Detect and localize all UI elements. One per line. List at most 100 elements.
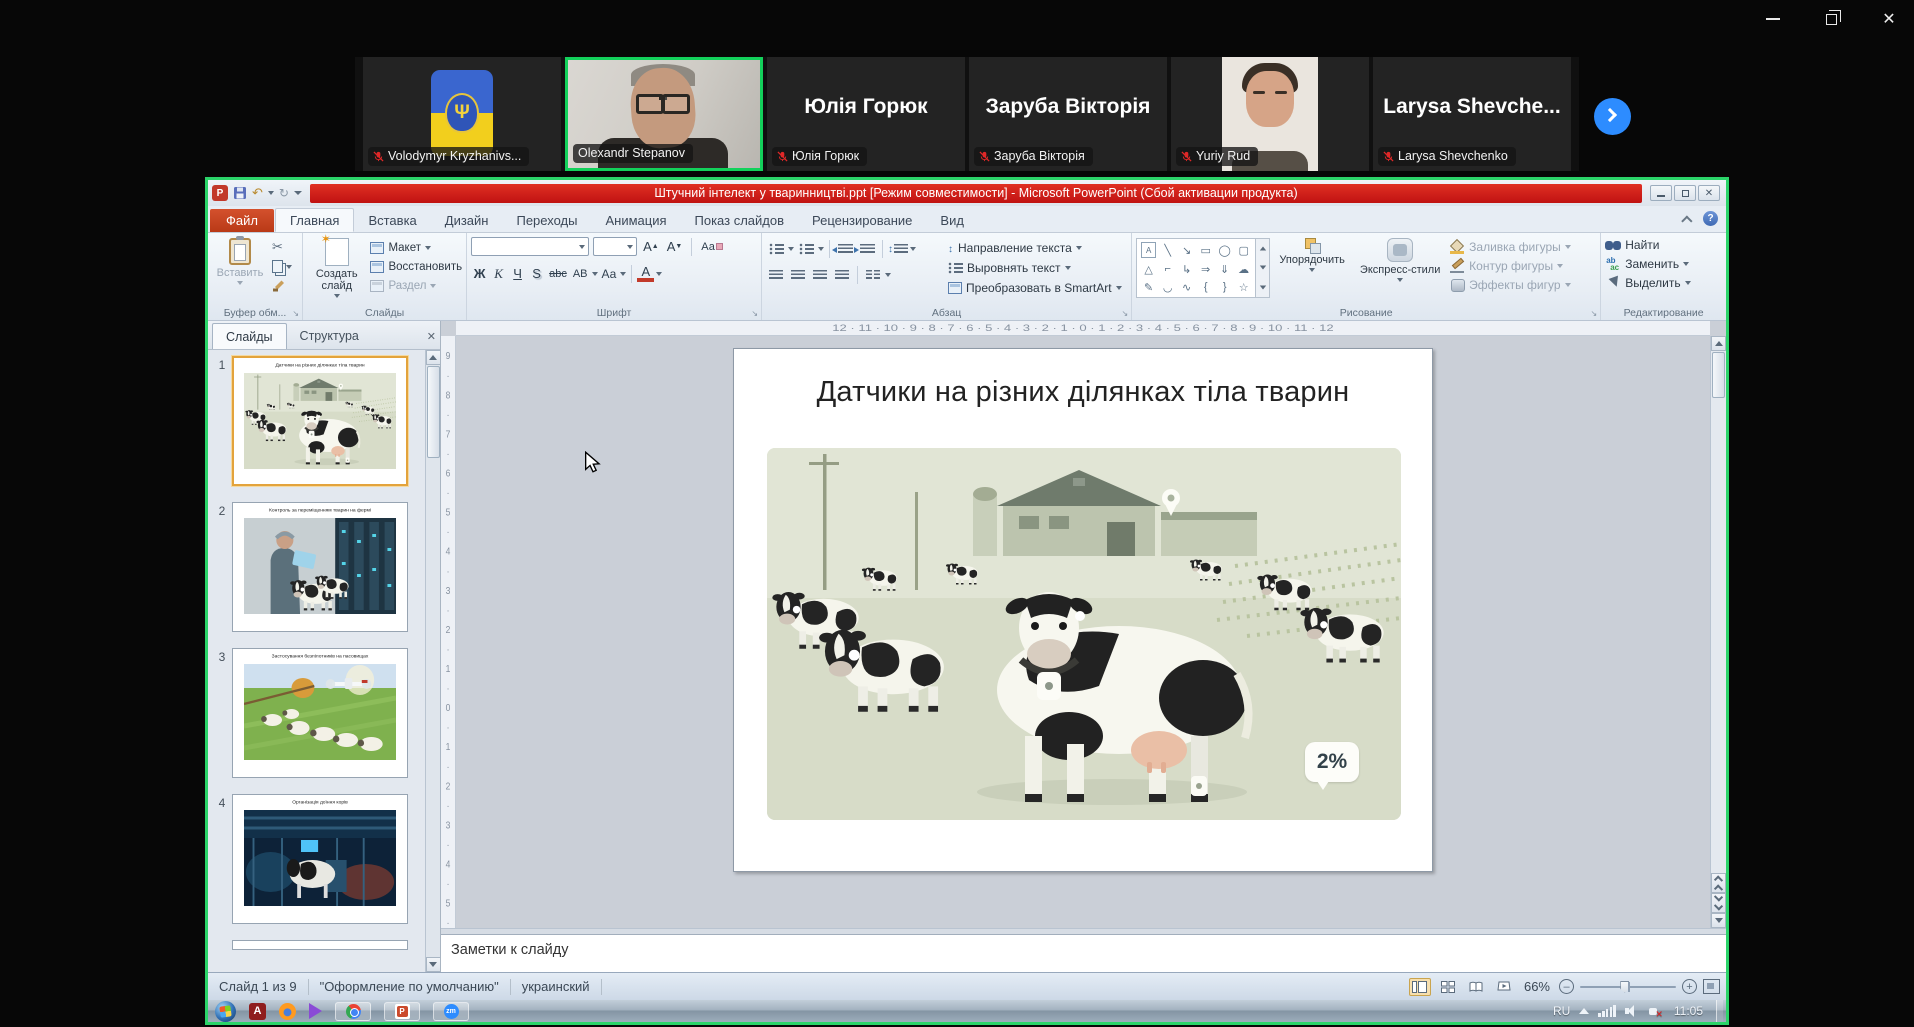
select-button[interactable]: Выделить bbox=[1605, 275, 1722, 291]
collapse-ribbon-icon[interactable] bbox=[1685, 215, 1693, 223]
change-case-button[interactable]: Аа bbox=[600, 263, 619, 284]
tab-transitions[interactable]: Переходы bbox=[502, 208, 591, 232]
close-icon[interactable] bbox=[1878, 8, 1900, 30]
next-participants-button[interactable] bbox=[1594, 98, 1631, 135]
gallery-down-icon[interactable] bbox=[1256, 258, 1269, 277]
save-icon[interactable] bbox=[233, 186, 247, 200]
columns-icon[interactable] bbox=[863, 267, 883, 284]
align-center-icon[interactable] bbox=[788, 267, 808, 284]
copy-icon[interactable] bbox=[272, 260, 283, 273]
slide-canvas[interactable]: Датчики на різних ділянках тіла тварин 2… bbox=[733, 348, 1433, 872]
slide-title[interactable]: Датчики на різних ділянках тіла тварин bbox=[734, 376, 1432, 409]
chrome-taskbar-button[interactable] bbox=[335, 1002, 371, 1021]
scroll-down-icon[interactable] bbox=[1711, 913, 1726, 928]
align-right-icon[interactable] bbox=[810, 267, 830, 284]
gallery-more-icon[interactable] bbox=[1256, 278, 1269, 297]
zoom-slider-thumb[interactable] bbox=[1620, 981, 1629, 993]
bold-button[interactable]: Ж bbox=[471, 263, 488, 284]
undo-dropdown-icon[interactable] bbox=[268, 191, 274, 195]
slide-thumbnail-2[interactable]: 2 Контроль за переміщенням тварин на фер… bbox=[212, 502, 440, 632]
clear-formatting-icon[interactable]: Аа bbox=[699, 236, 725, 257]
power-plug-icon[interactable] bbox=[1647, 1005, 1661, 1018]
slide-thumbnail-5-partial[interactable] bbox=[212, 940, 440, 950]
scroll-thumb[interactable] bbox=[1712, 352, 1725, 398]
zoom-in-icon[interactable]: + bbox=[1682, 979, 1697, 994]
justify-icon[interactable] bbox=[832, 267, 852, 284]
ppt-restore-icon[interactable] bbox=[1674, 185, 1696, 201]
tab-file[interactable]: Файл bbox=[210, 209, 274, 232]
shape-icon[interactable]: ◯ bbox=[1215, 240, 1234, 260]
status-language[interactable]: украинский bbox=[511, 979, 601, 994]
tab-slideshow[interactable]: Показ слайдов bbox=[681, 208, 799, 232]
participant-tile-active-speaker[interactable]: Olexandr Stepanov bbox=[565, 57, 763, 171]
numbering-icon[interactable] bbox=[796, 241, 816, 258]
font-color-button[interactable]: А bbox=[637, 265, 654, 282]
minimize-icon[interactable] bbox=[1762, 8, 1784, 30]
show-desktop-button[interactable] bbox=[1716, 1000, 1723, 1022]
powerpoint-taskbar-button[interactable] bbox=[384, 1002, 420, 1021]
status-theme[interactable]: "Оформление по умолчанию" bbox=[309, 979, 510, 994]
shape-icon[interactable]: ▭ bbox=[1196, 240, 1215, 260]
shape-icon[interactable]: ☁ bbox=[1234, 260, 1253, 278]
next-slide-button[interactable] bbox=[1711, 893, 1726, 913]
slide-image[interactable]: 2% bbox=[767, 448, 1401, 820]
font-name-combo[interactable] bbox=[471, 237, 589, 256]
tab-design[interactable]: Дизайн bbox=[431, 208, 503, 232]
fit-to-window-icon[interactable] bbox=[1703, 979, 1720, 994]
slide-thumbnail-4[interactable]: 4 Організація доїння корів bbox=[212, 794, 440, 924]
customize-qat-icon[interactable] bbox=[294, 191, 302, 195]
shape-icon[interactable]: ⇓ bbox=[1215, 260, 1234, 278]
shape-icon[interactable]: ⌐ bbox=[1158, 260, 1177, 278]
slide-thumbnail-1[interactable]: 1 Датчики на різних ділянках тіла тварин bbox=[212, 356, 440, 486]
media-player-taskbar-icon[interactable] bbox=[309, 1003, 322, 1019]
shape-icon[interactable]: A bbox=[1141, 242, 1156, 258]
tab-slides-thumbnails[interactable]: Слайды bbox=[212, 323, 287, 349]
firefox-taskbar-icon[interactable] bbox=[279, 1003, 296, 1020]
shape-icon[interactable]: ▢ bbox=[1234, 240, 1253, 260]
shape-icon[interactable]: ╲ bbox=[1158, 240, 1177, 260]
paste-button[interactable]: Вставить bbox=[212, 236, 268, 306]
participant-tile[interactable]: Volodymyr Kryzhanivs... bbox=[363, 57, 561, 171]
replace-button[interactable]: Заменить bbox=[1605, 256, 1722, 272]
hidden-icons-icon[interactable] bbox=[1579, 1008, 1589, 1014]
format-painter-icon[interactable] bbox=[272, 278, 286, 292]
start-button[interactable] bbox=[215, 1001, 236, 1022]
participant-tile[interactable]: Larysa Shevche... Larysa Shevchenko bbox=[1373, 57, 1571, 171]
strikethrough-button[interactable]: abc bbox=[547, 263, 569, 284]
layout-button[interactable]: Макет bbox=[370, 238, 462, 257]
italic-button[interactable]: К bbox=[490, 263, 507, 284]
shape-icon[interactable]: ☆ bbox=[1234, 278, 1253, 296]
text-shadow-button[interactable]: S bbox=[528, 263, 545, 284]
gallery-up-icon[interactable] bbox=[1256, 239, 1269, 258]
scroll-up-icon[interactable] bbox=[1711, 336, 1726, 351]
shape-icon[interactable]: △ bbox=[1139, 260, 1158, 278]
help-icon[interactable] bbox=[1703, 211, 1718, 226]
align-left-icon[interactable] bbox=[766, 267, 786, 284]
character-spacing-button[interactable]: АВ bbox=[571, 263, 590, 284]
panel-scrollbar[interactable] bbox=[425, 350, 440, 972]
shape-icon[interactable]: ✎ bbox=[1139, 278, 1158, 296]
zoom-out-icon[interactable]: – bbox=[1559, 979, 1574, 994]
grow-font-icon[interactable]: А▲ bbox=[641, 236, 661, 257]
underline-button[interactable]: Ч bbox=[509, 263, 526, 284]
slide-sorter-view-icon[interactable] bbox=[1437, 978, 1459, 996]
normal-view-icon[interactable] bbox=[1409, 978, 1431, 996]
tab-insert[interactable]: Вставка bbox=[354, 208, 430, 232]
network-signal-icon[interactable] bbox=[1598, 1005, 1616, 1017]
participant-tile[interactable]: Юлія Горюк Юлія Горюк bbox=[767, 57, 965, 171]
bullets-icon[interactable] bbox=[766, 241, 786, 258]
editor-scrollbar[interactable] bbox=[1710, 336, 1726, 928]
restore-icon[interactable] bbox=[1820, 8, 1842, 30]
scroll-down-icon[interactable] bbox=[426, 957, 441, 972]
find-button[interactable]: Найти bbox=[1605, 237, 1722, 253]
convert-smartart-button[interactable]: Преобразовать в SmartArt bbox=[948, 278, 1122, 297]
scroll-thumb[interactable] bbox=[427, 366, 440, 458]
decrease-indent-icon[interactable] bbox=[835, 241, 855, 258]
align-text-button[interactable]: Выровнять текст bbox=[948, 258, 1122, 277]
tab-animations[interactable]: Анимация bbox=[591, 208, 680, 232]
cut-icon[interactable]: ✂ bbox=[272, 239, 292, 255]
shape-icon[interactable]: ◡ bbox=[1158, 278, 1177, 296]
shape-icon[interactable]: ↳ bbox=[1177, 260, 1196, 278]
reset-button[interactable]: Восстановить bbox=[370, 257, 462, 276]
previous-slide-button[interactable] bbox=[1711, 873, 1726, 893]
